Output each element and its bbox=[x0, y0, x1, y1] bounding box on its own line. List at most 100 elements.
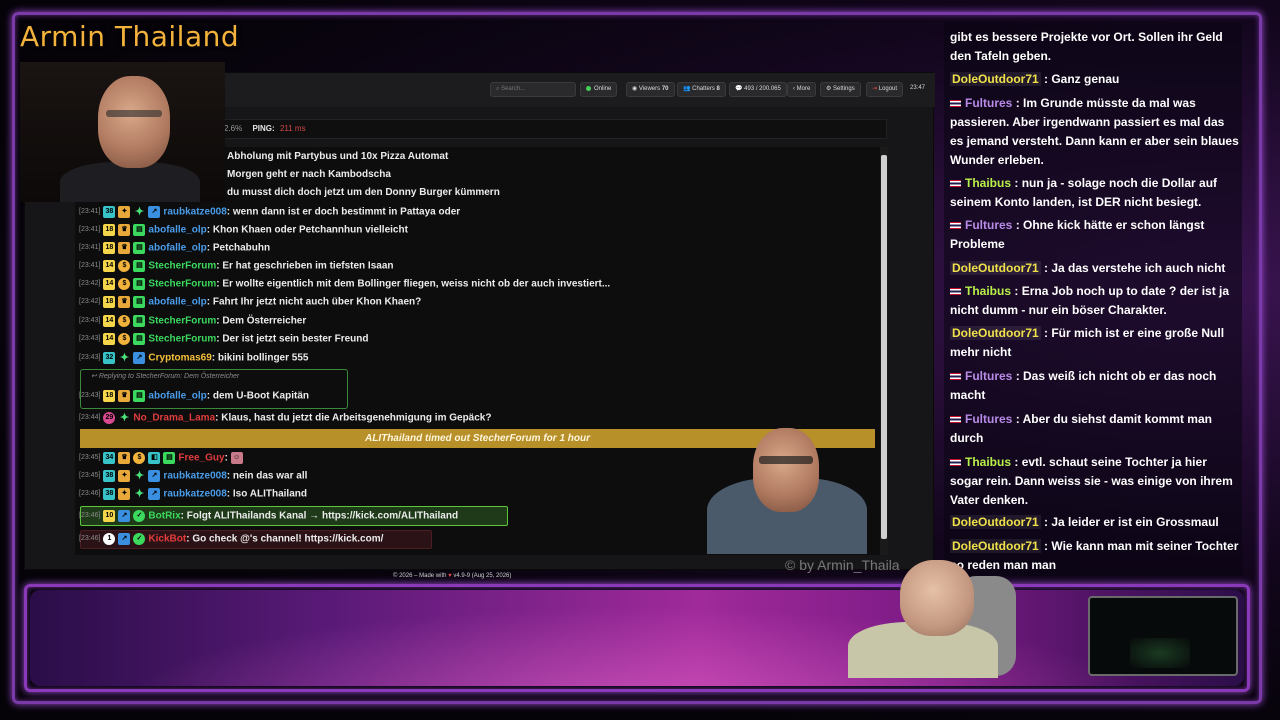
thai-flag-icon bbox=[950, 416, 961, 424]
overlay-username: DoleOutdoor71 bbox=[950, 515, 1041, 529]
moderator-icon: ▤ bbox=[133, 296, 146, 308]
timestamp: [23:43] bbox=[79, 335, 101, 342]
chat-message: [23:41] 38 ✦ ✦ ↗ raubkatze008: wenn dann ist … bbox=[79, 206, 461, 218]
thai-flag-icon bbox=[950, 100, 961, 108]
username[interactable]: StecherForum bbox=[148, 334, 216, 345]
message-text: wenn dann ist er doch bestimmt in Pattay… bbox=[232, 206, 461, 218]
overlay-username: DoleOutdoor71 bbox=[950, 326, 1041, 340]
message-text: Khon Khaen oder Petchannhun vielleicht bbox=[212, 224, 408, 236]
subscriber-badge: 14 bbox=[103, 278, 116, 290]
timestamp: [23:44] bbox=[79, 414, 101, 421]
username[interactable]: BotRix bbox=[148, 511, 180, 522]
subscriber-badge: 34 bbox=[103, 452, 116, 464]
subscriber-badge: 29 bbox=[103, 412, 116, 424]
gift-icon: ✦ bbox=[118, 470, 131, 482]
username[interactable]: raubkatze008 bbox=[163, 207, 226, 218]
moderator-icon: ▤ bbox=[133, 333, 146, 345]
username[interactable]: abofalle_olp bbox=[148, 391, 206, 402]
username[interactable]: abofalle_olp bbox=[148, 243, 206, 254]
messages-count[interactable]: 💬 493 / 200.065 bbox=[729, 82, 787, 97]
stream-chat-overlay: gibt es bessere Projekte vor Ort. Sollen… bbox=[944, 22, 1242, 576]
username[interactable]: raubkatze008 bbox=[163, 471, 226, 482]
online-status[interactable]: Online bbox=[580, 82, 618, 97]
username[interactable]: Free_Guy bbox=[178, 453, 224, 464]
message-text: Petchabuhn bbox=[212, 242, 271, 254]
stats-percent: 2.6% bbox=[224, 124, 243, 133]
subscriber-badge: 14 bbox=[103, 333, 116, 345]
gift-icon: ✦ bbox=[118, 206, 131, 218]
timestamp: [23:43] bbox=[79, 317, 101, 324]
username[interactable]: No_Drama_Lama bbox=[133, 413, 215, 424]
star-icon: ✦ bbox=[134, 206, 145, 218]
coin-icon: $ bbox=[118, 315, 131, 327]
username[interactable]: Cryptomas69 bbox=[148, 353, 211, 364]
overlay-message: Fultures : Ohne kick hätte er schon läng… bbox=[950, 218, 1205, 251]
chat-message: [23:45] 38 ✦ ✦ ↗ raubkatze008: nein das war a… bbox=[79, 470, 308, 482]
overlay-username: DoleOutdoor71 bbox=[950, 72, 1041, 86]
username[interactable]: abofalle_olp bbox=[148, 297, 206, 308]
timestamp: [23:42] bbox=[79, 280, 101, 287]
coin-icon: $ bbox=[118, 260, 131, 272]
viewers-button[interactable]: ◉ Viewers 70 bbox=[626, 82, 675, 97]
logout-button[interactable]: ⇥ Logout bbox=[866, 82, 904, 97]
coin-icon: $ bbox=[133, 452, 146, 464]
chat-message: [23:43] 18 ♛ ▤ abofalle_olp: dem U-Boot Kapi… bbox=[79, 390, 309, 402]
subscriber-badge: 18 bbox=[103, 224, 116, 236]
chat-scrollbar[interactable] bbox=[880, 147, 888, 555]
timestamp: [23:46] bbox=[79, 535, 101, 542]
crown-icon: ♛ bbox=[118, 224, 131, 236]
username[interactable]: abofalle_olp bbox=[148, 225, 206, 236]
username[interactable]: StecherForum bbox=[148, 279, 216, 290]
star-icon: ✦ bbox=[134, 488, 145, 500]
message-text: dem U-Boot Kapitän bbox=[212, 390, 309, 402]
chat-line: du musst dich doch jetzt um den Donny Bu… bbox=[227, 187, 500, 198]
chatters-button[interactable]: 👥 Chatters 8 bbox=[677, 82, 726, 97]
chat-message: [23:42] 18 ♛ ▤ abofalle_olp: Fahrt Ihr jetzt… bbox=[79, 296, 422, 308]
coin-icon: $ bbox=[118, 278, 131, 290]
chat-line: Morgen geht er nach Kambodscha bbox=[227, 169, 391, 180]
search-input[interactable]: ⌕ Search... bbox=[490, 82, 576, 97]
host-webcam bbox=[20, 62, 225, 202]
moderator-icon: ▤ bbox=[133, 390, 146, 402]
username[interactable]: StecherForum bbox=[148, 316, 216, 327]
overlay-message: DoleOutdoor71 : Ja leider er ist ein Gro… bbox=[950, 515, 1219, 529]
timestamp: [23:45] bbox=[79, 454, 101, 461]
subscriber-badge: 18 bbox=[103, 242, 116, 254]
moderator-icon: ▤ bbox=[133, 260, 146, 272]
eye-icon: ◉ bbox=[632, 86, 639, 92]
star-icon: ✦ bbox=[119, 352, 130, 364]
kick-icon: ↗ bbox=[118, 533, 131, 545]
subscriber-badge: 10 bbox=[103, 510, 116, 522]
chat-message: [23:46] 10 ↗ ✓ BotRix: Folgt ALIThailands Ka… bbox=[79, 510, 459, 522]
chat-message: [23:43] 32 ✦ ↗ Cryptomas69: bikini bollinger… bbox=[79, 352, 309, 364]
scrollbar-thumb[interactable] bbox=[881, 155, 887, 539]
moderator-icon: ▤ bbox=[133, 224, 146, 236]
timestamp: [23:46] bbox=[79, 490, 101, 497]
subscriber-badge: 18 bbox=[103, 390, 116, 402]
timestamp: [23:41] bbox=[79, 226, 101, 233]
message-text: Folgt ALIThailands Kanal → https://kick.… bbox=[186, 510, 459, 522]
message-text: nein das war all bbox=[232, 470, 308, 482]
message-text: Er hat geschrieben im tiefsten Isaan bbox=[222, 260, 394, 272]
kick-icon: ↗ bbox=[148, 488, 161, 500]
gift-icon: ✦ bbox=[118, 488, 131, 500]
crown-icon: ♛ bbox=[118, 242, 131, 254]
moderator-icon: ▤ bbox=[133, 278, 146, 290]
third-head bbox=[900, 560, 974, 636]
message-text: Go check @'s channel! https://kick.com/ bbox=[192, 533, 384, 545]
overlay-message: gibt es bessere Projekte vor Ort. Sollen… bbox=[950, 30, 1223, 63]
thai-flag-icon bbox=[950, 180, 961, 188]
overlay-message: DoleOutdoor71 : Für mich ist er eine gro… bbox=[950, 326, 1225, 359]
username[interactable]: StecherForum bbox=[148, 261, 216, 272]
overlay-message: DoleOutdoor71 : Ja das verstehe ich auch… bbox=[950, 261, 1226, 275]
settings-button[interactable]: ⚙ Settings bbox=[820, 82, 861, 97]
subscriber-badge: 38 bbox=[103, 470, 116, 482]
more-button[interactable]: ‹ More bbox=[787, 82, 817, 97]
chat-message: [23:41] 18 ♛ ▤ abofalle_olp: Petchabuhn bbox=[79, 242, 271, 254]
timestamp: [23:46] bbox=[79, 512, 101, 519]
username[interactable]: raubkatze008 bbox=[163, 489, 226, 500]
overlay-username: Fultures bbox=[965, 96, 1013, 110]
overlay-username: Fultures bbox=[965, 369, 1013, 383]
star-icon: ✦ bbox=[119, 412, 130, 424]
username[interactable]: KickBot bbox=[148, 534, 186, 545]
